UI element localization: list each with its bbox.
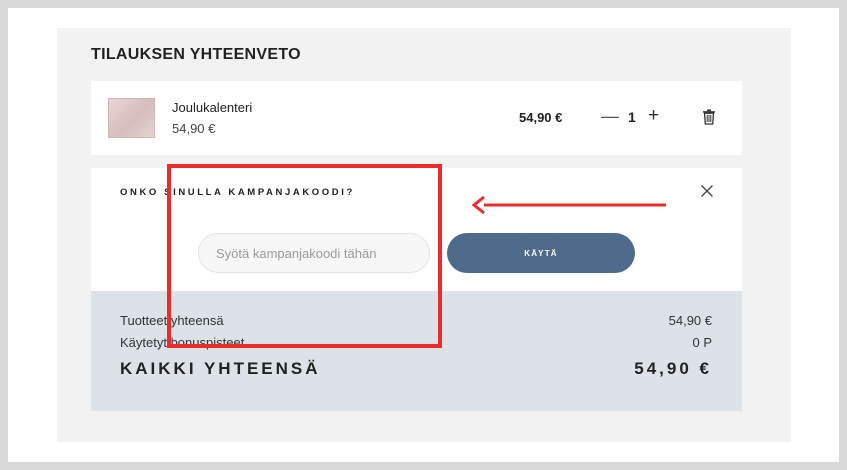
promo-code-question: ONKO SINULLA KAMPANJAKOODI? <box>120 187 355 198</box>
products-total-row: Tuotteet yhteensä 54,90 € <box>120 313 712 328</box>
cart-item-row: Joulukalenteri 54,90 € 54,90 € — 1 + <box>91 81 742 155</box>
apply-promo-button[interactable]: KÄYTÄ <box>447 233 635 273</box>
page-title: TILAUKSEN YHTEENVETO <box>91 46 301 63</box>
quantity-value: 1 <box>628 109 636 125</box>
totals-section: Tuotteet yhteensä 54,90 € Käytetyt bonus… <box>91 291 742 411</box>
close-icon[interactable] <box>700 184 714 198</box>
products-total-label: Tuotteet yhteensä <box>120 313 224 328</box>
grand-total-row: KAIKKI YHTEENSÄ 54,90 € <box>120 359 712 379</box>
product-name[interactable]: Joulukalenteri <box>172 100 252 115</box>
product-thumbnail[interactable] <box>108 98 155 138</box>
bonus-points-row: Käytetyt bonuspisteet 0 P <box>120 335 712 350</box>
bonus-points-label: Käytetyt bonuspisteet <box>120 335 245 350</box>
line-total: 54,90 € <box>519 110 563 125</box>
grand-total-label: KAIKKI YHTEENSÄ <box>120 359 321 378</box>
grand-total-value: 54,90 € <box>634 359 712 378</box>
promo-code-section: ONKO SINULLA KAMPANJAKOODI? KÄYTÄ <box>91 168 742 291</box>
trash-icon[interactable] <box>702 109 716 125</box>
bonus-points-value: 0 P <box>692 335 712 350</box>
decrease-quantity-button[interactable]: — <box>601 106 619 127</box>
product-unit-price: 54,90 € <box>172 121 216 136</box>
promo-code-input[interactable] <box>198 233 430 273</box>
products-total-value: 54,90 € <box>668 313 712 328</box>
increase-quantity-button[interactable]: + <box>648 105 659 127</box>
annotation-arrow-icon <box>471 195 666 215</box>
